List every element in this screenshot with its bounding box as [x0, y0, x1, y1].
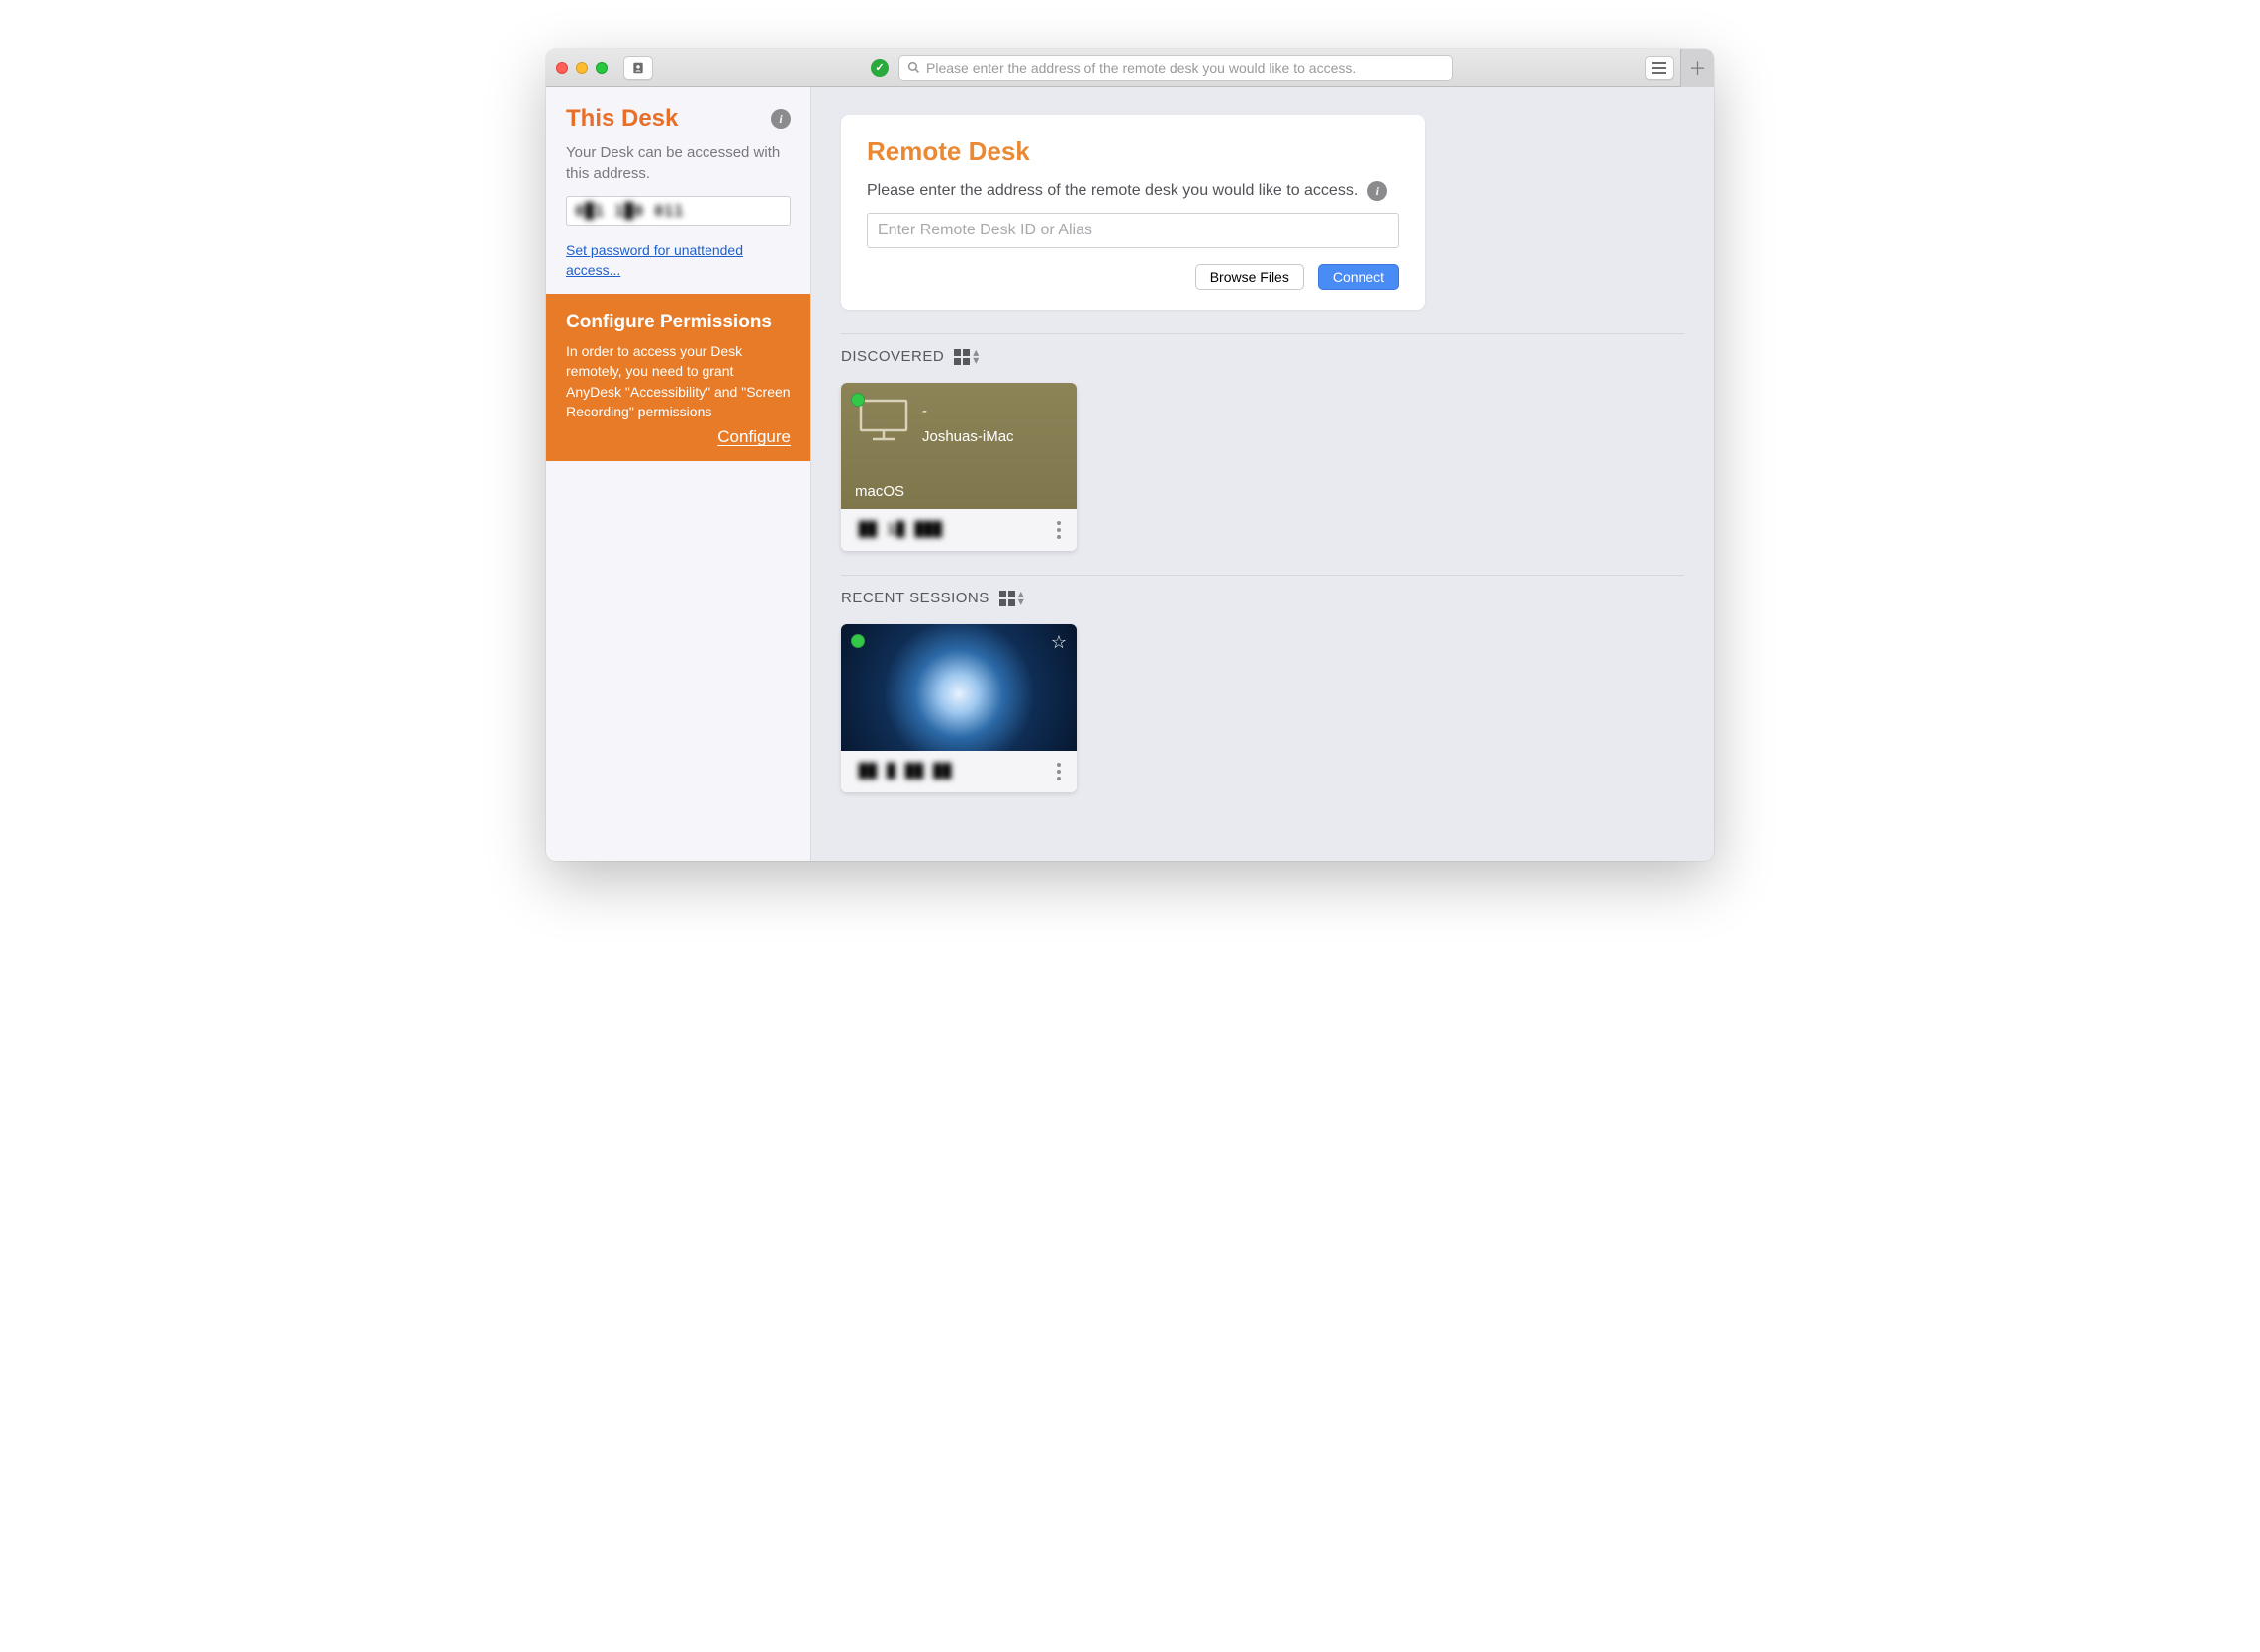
view-mode-toggle[interactable]: ▴▾: [954, 349, 980, 365]
recent-sessions-label: RECENT SESSIONS: [841, 590, 989, 606]
titlebar: Please enter the address of the remote d…: [546, 49, 1714, 87]
permissions-title: Configure Permissions: [566, 312, 791, 333]
this-desk-address-value: 0█1 1█0 011: [575, 202, 684, 220]
favorite-star-icon[interactable]: ☆: [1051, 632, 1067, 653]
section-divider: [841, 333, 1684, 334]
tile-preview: - Joshuas-iMac macOS: [841, 383, 1077, 509]
main-content: Remote Desk Please enter the address of …: [811, 87, 1714, 861]
tile-id-value: ██ █ ██ ██: [859, 764, 952, 780]
recent-session-tile[interactable]: ☆ ██ █ ██ ██: [841, 624, 1077, 792]
online-status-icon: [851, 634, 865, 648]
discovered-label: DISCOVERED: [841, 348, 944, 365]
fullscreen-window-button[interactable]: [596, 62, 608, 74]
monitor-icon: [859, 399, 908, 442]
remote-desk-title: Remote Desk: [867, 137, 1399, 167]
tile-hostname: Joshuas-iMac: [922, 424, 1014, 450]
menu-button[interactable]: [1645, 56, 1674, 80]
chevron-updown-icon: ▴▾: [1018, 591, 1025, 604]
tile-footer: ██ █ ██ ██: [841, 751, 1077, 792]
section-divider: [841, 575, 1684, 576]
grid-icon: [999, 591, 1015, 606]
info-icon[interactable]: i: [1367, 181, 1387, 201]
recent-section-header: RECENT SESSIONS ▴▾: [841, 590, 1684, 606]
remote-desk-subtitle: Please enter the address of the remote d…: [867, 182, 1358, 200]
chevron-updown-icon: ▴▾: [973, 349, 980, 363]
tile-preview: ☆: [841, 624, 1077, 751]
view-mode-toggle[interactable]: ▴▾: [999, 591, 1025, 606]
address-book-icon: [631, 61, 645, 75]
tile-os-label: macOS: [855, 483, 904, 500]
new-tab-button[interactable]: ＋: [1680, 49, 1714, 87]
minimize-window-button[interactable]: [576, 62, 588, 74]
sidebar: This Desk i Your Desk can be accessed wi…: [546, 87, 811, 861]
search-icon: [907, 61, 920, 74]
permissions-body: In order to access your Desk remotely, y…: [566, 341, 791, 421]
set-password-link[interactable]: Set password for unattended access...: [566, 241, 791, 280]
remote-desk-id-input[interactable]: [867, 213, 1399, 248]
discovered-section-header: DISCOVERED ▴▾: [841, 348, 1684, 365]
online-status-icon: [851, 393, 865, 407]
app-window: Please enter the address of the remote d…: [546, 49, 1714, 861]
tile-id-value: ██ 1█ ███: [859, 522, 943, 538]
connection-status-icon: [871, 59, 889, 77]
browse-files-button[interactable]: Browse Files: [1195, 264, 1304, 290]
info-icon[interactable]: i: [771, 109, 791, 129]
window-controls: [556, 62, 608, 74]
address-search-input[interactable]: Please enter the address of the remote d…: [898, 55, 1453, 81]
this-desk-address-field[interactable]: 0█1 1█0 011: [566, 196, 791, 226]
tile-id-top: -: [922, 399, 1014, 424]
hamburger-icon: [1652, 62, 1666, 74]
permissions-banner: Configure Permissions In order to access…: [546, 294, 810, 461]
tile-footer: ██ 1█ ███: [841, 509, 1077, 551]
plus-icon: ＋: [1689, 55, 1707, 81]
grid-icon: [954, 349, 970, 365]
tile-menu-button[interactable]: [1053, 757, 1065, 786]
discovered-desk-tile[interactable]: - Joshuas-iMac macOS ██ 1█ ███: [841, 383, 1077, 551]
this-desk-subtitle: Your Desk can be accessed with this addr…: [566, 142, 791, 184]
tile-menu-button[interactable]: [1053, 515, 1065, 545]
address-book-button[interactable]: [623, 56, 653, 80]
close-window-button[interactable]: [556, 62, 568, 74]
configure-permissions-link[interactable]: Configure: [566, 427, 791, 447]
this-desk-title: This Desk: [566, 105, 678, 133]
connect-button[interactable]: Connect: [1318, 264, 1399, 290]
search-placeholder: Please enter the address of the remote d…: [926, 60, 1356, 76]
remote-desk-card: Remote Desk Please enter the address of …: [841, 115, 1425, 310]
